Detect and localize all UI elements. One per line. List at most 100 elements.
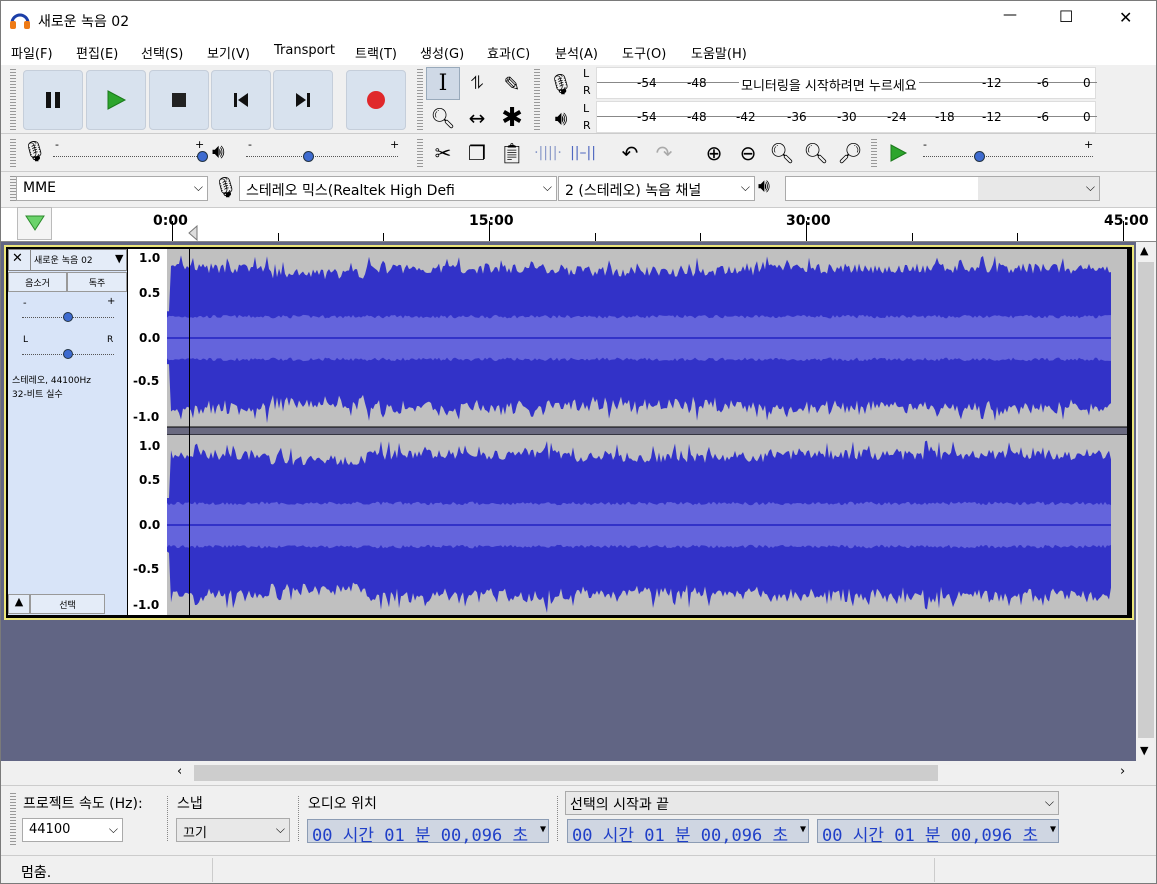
menu-effect[interactable]: 효과(C) xyxy=(487,43,530,62)
waveform-display[interactable] xyxy=(167,249,1127,615)
play-speed-slider[interactable] xyxy=(923,156,1093,157)
right-channel[interactable] xyxy=(167,435,1127,615)
selection-end-time[interactable]: 00 시간 01 분 00,096 초 ▼ xyxy=(817,819,1059,846)
snap-label: 스냅 xyxy=(177,796,203,812)
cut-button[interactable]: ✂ xyxy=(426,136,460,169)
double-arrow-icon: ↔ xyxy=(468,105,486,130)
audio-host-select[interactable]: MME ⌵ xyxy=(16,176,208,201)
snap-select[interactable]: 끄기 ⌵ xyxy=(176,818,290,842)
playback-device-select[interactable]: ⌵ xyxy=(785,176,1100,201)
vertical-scrollbar[interactable]: ▲ ▼ xyxy=(1136,242,1156,761)
meter-left-label: L xyxy=(583,102,590,115)
stop-button[interactable] xyxy=(149,70,209,130)
vertical-scroll-thumb[interactable] xyxy=(1138,262,1154,738)
skip-to-end-icon xyxy=(296,93,310,107)
track-close-button[interactable]: ✕ xyxy=(12,251,23,266)
selection-mode-select[interactable]: 선택의 시작과 끝 ⌵ xyxy=(565,791,1059,815)
menu-file[interactable]: 파일(F) xyxy=(11,43,53,62)
selection-start-time[interactable]: 00 시간 01 분 00,096 초 ▼ xyxy=(567,819,809,846)
recording-device-select[interactable]: 스테레오 믹스(Realtek High Defi ⌵ xyxy=(239,176,557,201)
trim-button[interactable]: ·||||· xyxy=(531,136,565,169)
play-meter[interactable]: -54 -48 -42 -36 -30 -24 -18 -12 -6 0 xyxy=(596,101,1097,133)
silence-button[interactable]: ||–|| xyxy=(566,136,600,169)
undo-button[interactable]: ↶ xyxy=(613,136,647,169)
ruler-ticks xyxy=(1,207,1156,242)
audio-position-time[interactable]: 00 시간 01 분 00,096 초 ▼ xyxy=(307,819,549,846)
zoom-in-button[interactable]: ⊕ xyxy=(697,136,731,169)
y-label: -1.0 xyxy=(133,598,160,612)
recording-channels-select[interactable]: 2 (스테레오) 녹음 채널 ⌵ xyxy=(558,176,755,201)
zoom-tool[interactable]: 🔍︎ xyxy=(426,101,460,134)
draw-tool[interactable]: ✎ xyxy=(495,67,529,100)
scroll-left-icon[interactable]: ‹ xyxy=(177,764,182,779)
skip-end-button[interactable] xyxy=(273,70,333,130)
select-track-button[interactable]: 선택 xyxy=(30,594,105,614)
zoom-in-icon: ⊕ xyxy=(705,140,723,165)
pan-right-label: R xyxy=(107,335,114,345)
fit-project-button[interactable]: 🔍︎ xyxy=(799,136,833,169)
project-rate-select[interactable]: 44100 ⌵ xyxy=(22,818,123,842)
scroll-up-icon[interactable]: ▲ xyxy=(1140,244,1148,257)
multi-tool[interactable]: ✱ xyxy=(495,101,529,134)
track-menu-arrow-icon[interactable]: ▼ xyxy=(115,252,123,265)
pause-button[interactable] xyxy=(23,70,83,130)
ruler-tick-marks xyxy=(172,221,1124,241)
record-button[interactable] xyxy=(346,70,406,130)
meter-right-label: R xyxy=(583,84,591,97)
channel-separator[interactable] xyxy=(167,426,1127,436)
redo-button[interactable]: ↷ xyxy=(647,136,681,169)
play-button[interactable] xyxy=(86,70,146,130)
skip-start-button[interactable] xyxy=(211,70,271,130)
play-speed-thumb[interactable] xyxy=(974,151,985,162)
menu-analyze[interactable]: 분석(A) xyxy=(555,43,598,62)
play-at-speed-button[interactable] xyxy=(881,136,915,169)
zoom-out-button[interactable]: ⊖ xyxy=(731,136,765,169)
selection-tool[interactable]: I xyxy=(426,67,460,100)
maximize-button[interactable]: ☐ xyxy=(1059,7,1073,26)
fit-selection-button[interactable]: 🔍︎ xyxy=(765,136,799,169)
time-shift-tool[interactable]: ↔ xyxy=(460,101,494,134)
track-name-menu[interactable]: 새로운 녹음 02 xyxy=(34,253,93,266)
menu-tracks[interactable]: 트랙(T) xyxy=(355,43,397,62)
scroll-down-icon[interactable]: ▼ xyxy=(1140,744,1148,757)
menu-select[interactable]: 선택(S) xyxy=(141,43,183,62)
menu-tools[interactable]: 도구(O) xyxy=(622,43,666,62)
recording-volume-slider[interactable] xyxy=(53,156,203,157)
gain-thumb[interactable] xyxy=(63,312,73,322)
title-bar: 새로운 녹음 02 — ☐ ✕ xyxy=(1,1,1156,39)
minimize-button[interactable]: — xyxy=(1003,7,1017,23)
silence-icon: ||–|| xyxy=(570,144,596,161)
menu-transport[interactable]: Transport xyxy=(274,43,335,58)
meter-tick: 0 xyxy=(1083,76,1091,90)
mute-button[interactable]: 음소거 xyxy=(8,272,67,292)
copy-button[interactable]: ❐ xyxy=(460,136,494,169)
slider-max: + xyxy=(1084,138,1094,151)
meter-tick: -24 xyxy=(887,110,907,124)
play-meter-button[interactable]: 🔊︎ xyxy=(544,101,578,134)
playback-volume-slider[interactable] xyxy=(246,156,398,157)
record-meter-button[interactable]: 🎙︎ xyxy=(544,67,578,100)
zoom-toggle-button[interactable]: 🔎︎ xyxy=(833,136,867,169)
paste-button[interactable]: 📋︎ xyxy=(495,136,529,169)
menu-view[interactable]: 보기(V) xyxy=(207,43,250,62)
recording-volume-thumb[interactable] xyxy=(197,151,208,162)
menu-edit[interactable]: 편집(E) xyxy=(76,43,118,62)
pan-thumb[interactable] xyxy=(63,349,73,359)
meter-tick: 0 xyxy=(1083,110,1091,124)
slider-max: + xyxy=(390,138,400,151)
scissors-icon: ✂ xyxy=(434,140,452,165)
horizontal-scrollbar[interactable]: ‹ › xyxy=(1,761,1156,785)
menu-generate[interactable]: 생성(G) xyxy=(420,43,464,62)
solo-button[interactable]: 독주 xyxy=(67,272,127,292)
close-button[interactable]: ✕ xyxy=(1119,8,1132,27)
envelope-tool[interactable]: ⥮ xyxy=(460,67,494,100)
record-meter[interactable]: -54 -48 모니터링을 시작하려면 누르세요 -12 -6 0 xyxy=(596,67,1097,99)
playback-volume-thumb[interactable] xyxy=(303,151,314,162)
collapse-track-button[interactable]: ▲ xyxy=(8,594,30,614)
left-channel[interactable] xyxy=(167,249,1127,427)
horizontal-scroll-thumb[interactable] xyxy=(194,765,938,781)
menu-help[interactable]: 도움말(H) xyxy=(691,43,747,62)
scroll-right-icon[interactable]: › xyxy=(1120,764,1125,779)
copy-icon: ❐ xyxy=(468,140,486,165)
status-text: 멈춤. xyxy=(21,865,52,881)
